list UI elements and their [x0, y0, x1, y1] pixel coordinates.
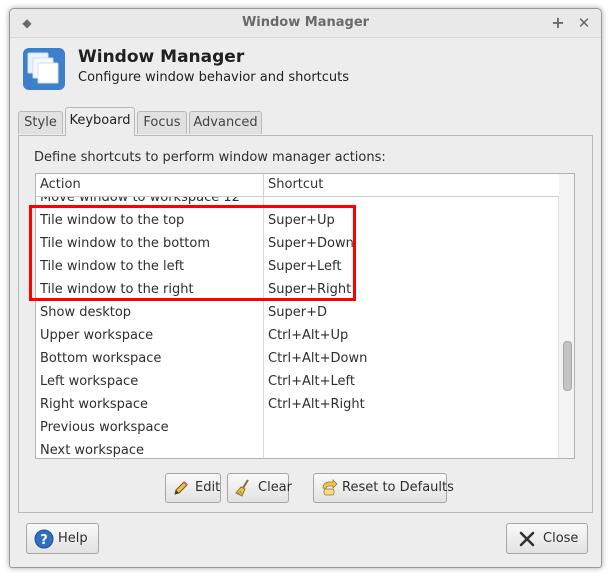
table-row[interactable]: Upper workspace Ctrl+Alt+Up	[36, 325, 559, 348]
header-title: Window Manager	[78, 47, 245, 67]
help-button[interactable]: ? Help	[26, 523, 99, 554]
reset-hand-icon	[322, 479, 338, 496]
table-row[interactable]: Bottom workspace Ctrl+Alt+Down	[36, 348, 559, 371]
row-action: Next workspace	[40, 443, 145, 458]
clear-button-label: Clear	[258, 480, 292, 495]
clear-button[interactable]: Clear	[227, 473, 292, 503]
column-header-shortcut[interactable]: Shortcut	[268, 177, 323, 192]
shortcuts-description: Define shortcuts to perform window manag…	[34, 150, 386, 165]
broom-icon	[235, 479, 249, 497]
close-button-label: Close	[543, 531, 579, 546]
row-action: Upper workspace	[40, 328, 154, 343]
row-action: Right workspace	[40, 397, 148, 412]
row-shortcut: Ctrl+Alt+Up	[268, 328, 349, 343]
row-shortcut: Ctrl+Alt+Left	[268, 374, 355, 389]
tab-style[interactable]: Style	[18, 111, 63, 134]
tab-keyboard[interactable]: Keyboard	[65, 107, 135, 136]
maximize-icon[interactable]: +	[549, 14, 567, 32]
tab-focus[interactable]: Focus	[137, 111, 187, 134]
window-manager-app-icon	[23, 48, 65, 90]
help-button-label: Help	[58, 531, 88, 546]
row-action: Bottom workspace	[40, 351, 162, 366]
row-shortcut: Ctrl+Alt+Right	[268, 397, 365, 412]
highlight-box	[29, 205, 356, 301]
row-action: Show desktop	[40, 305, 132, 320]
table-row[interactable]: Previous workspace	[36, 417, 559, 440]
row-shortcut: Super+D	[268, 305, 327, 320]
row-action: Previous workspace	[40, 420, 169, 435]
table-row[interactable]: Right workspace Ctrl+Alt+Right	[36, 394, 559, 417]
table-header: Action Shortcut	[36, 174, 559, 197]
tab-advanced[interactable]: Advanced	[189, 111, 262, 134]
table-row[interactable]: Show desktop Super+D	[36, 302, 559, 325]
help-icon: ?	[34, 529, 54, 549]
table-row[interactable]: Next workspace	[36, 440, 559, 458]
edit-button-label: Edit	[195, 480, 221, 495]
reset-to-defaults-button[interactable]: Reset to Defaults	[313, 473, 454, 503]
keyboard-tab-panel: Define shortcuts to perform window manag…	[18, 135, 593, 513]
dialog-header: Window Manager Configure window behavior…	[18, 45, 578, 95]
reset-button-label: Reset to Defaults	[342, 480, 454, 495]
table-row[interactable]: Left workspace Ctrl+Alt+Left	[36, 371, 559, 394]
close-x-icon	[519, 531, 535, 547]
row-action: Move window to workspace 12	[40, 196, 240, 205]
svg-text:?: ?	[40, 533, 48, 548]
column-divider	[263, 174, 264, 196]
column-header-action[interactable]: Action	[40, 177, 81, 192]
row-shortcut: Ctrl+Alt+Down	[268, 351, 368, 366]
row-action: Left workspace	[40, 374, 139, 389]
edit-button[interactable]: Edit	[165, 473, 221, 503]
header-subtitle: Configure window behavior and shortcuts	[78, 70, 350, 85]
scrollbar-thumb[interactable]	[563, 341, 572, 391]
window-title: Window Manager	[241, 15, 370, 30]
title-bar[interactable]: ◆ Window Manager + ✕	[10, 9, 601, 38]
close-window-icon[interactable]: ✕	[575, 14, 593, 32]
vertical-scrollbar[interactable]	[558, 174, 574, 458]
pencil-icon	[174, 481, 188, 495]
close-button[interactable]: Close	[506, 523, 588, 554]
